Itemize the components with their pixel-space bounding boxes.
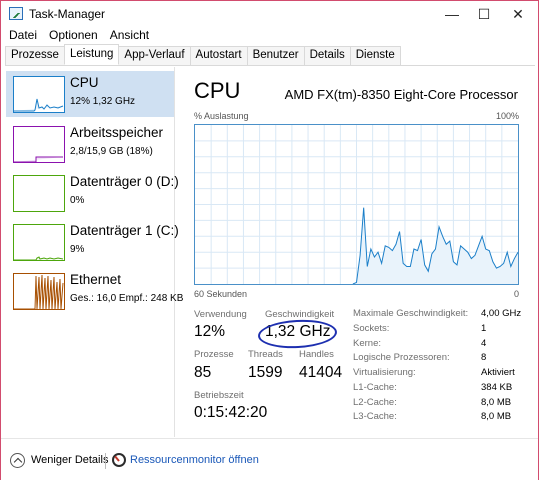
cpu-detail-panel: CPU AMD FX(tm)-8350 Eight-Core Processor…: [176, 67, 538, 437]
graph-x-end: 0: [513, 289, 519, 299]
speed-label: Geschwindigkeit: [265, 309, 335, 320]
resource-monitor-icon[interactable]: [112, 453, 126, 467]
graph-x-label: 60 Sekunden: [194, 289, 248, 299]
spec-label: L3-Cache:: [353, 411, 397, 422]
usage-label: Verwendung: [194, 309, 247, 320]
uptime-value: 0:15:42:20: [194, 404, 268, 421]
spec-value: 1: [481, 323, 487, 334]
resource-monitor-link[interactable]: Ressourcenmonitor öffnen: [130, 454, 259, 466]
usage-value: 12%: [194, 323, 226, 340]
spec-value: 8: [481, 352, 487, 363]
chevron-up-icon[interactable]: [10, 453, 25, 468]
uptime-label: Betriebszeit: [194, 390, 244, 401]
spec-value: 4: [481, 338, 487, 349]
tab-leistung[interactable]: Leistung: [63, 44, 120, 65]
tab-dienste[interactable]: Dienste: [349, 46, 401, 65]
minimize-button[interactable]: —: [435, 1, 469, 27]
sidebar-item-sub: 12% 1,32 GHz: [70, 96, 136, 107]
spec-value: 8,0 MB: [481, 397, 512, 408]
ethernet-thumbnail-graph: [13, 273, 65, 310]
processor-model: AMD FX(tm)-8350 Eight-Core Processor: [284, 87, 518, 102]
window-title: Task-Manager: [29, 7, 106, 21]
spec-label: L2-Cache:: [353, 397, 397, 408]
tab-details[interactable]: Details: [303, 46, 351, 65]
memory-thumbnail-graph: [13, 126, 65, 163]
handles-value: 41404: [299, 364, 343, 381]
menu-bar: Datei Optionen Ansicht: [1, 27, 538, 45]
sidebar-item-label: Datenträger 0 (D:): [70, 174, 179, 189]
spec-label: Sockets:: [353, 323, 390, 334]
page-title: CPU: [194, 78, 241, 103]
sidebar-item-disk-1[interactable]: Datenträger 1 (C:) 9%: [6, 219, 179, 265]
threads-label: Threads: [248, 349, 283, 360]
cpu-graph-svg: [195, 125, 519, 285]
spec-value: 8,0 MB: [481, 411, 512, 422]
handles-label: Handles: [299, 349, 334, 360]
sidebar-item-label: Datenträger 1 (C:): [70, 223, 179, 238]
spec-label: Maximale Geschwindigkeit:: [353, 308, 469, 319]
close-button[interactable]: ✕: [501, 1, 535, 27]
sidebar-item-arbeitsspeicher[interactable]: Arbeitsspeicher 2,8/15,9 GB (18%): [6, 121, 174, 167]
tab-prozesse[interactable]: Prozesse: [5, 46, 65, 65]
cpu-utilization-graph: [194, 124, 519, 285]
menu-optionen[interactable]: Optionen: [41, 27, 98, 45]
sidebar-item-label: CPU: [70, 75, 99, 90]
cpu-thumbnail-graph: [13, 76, 65, 113]
title-bar[interactable]: Task-Manager — ☐ ✕: [1, 1, 538, 27]
disk1-thumbnail-graph: [13, 224, 65, 261]
cpu-usage-area: [352, 207, 518, 284]
sidebar-item-disk-0[interactable]: Datenträger 0 (D:) 0%: [6, 170, 179, 216]
tab-benutzer[interactable]: Benutzer: [246, 46, 305, 65]
task-manager-icon: [9, 7, 23, 20]
threads-value: 1599: [248, 364, 283, 381]
tab-app-verlauf[interactable]: App-Verlauf: [118, 46, 191, 65]
processes-label: Prozesse: [194, 349, 234, 360]
fewer-details-link[interactable]: Weniger Details: [31, 454, 108, 466]
spec-label: Kerne:: [353, 338, 381, 349]
spec-label: Virtualisierung:: [353, 367, 416, 378]
disk0-thumbnail-graph: [13, 175, 65, 212]
tab-autostart[interactable]: Autostart: [189, 46, 248, 65]
tab-strip: Prozesse Leistung App-Verlauf Autostart …: [5, 44, 535, 66]
sidebar-item-sub: 2,8/15,9 GB (18%): [70, 146, 153, 157]
footer-bar: Weniger Details Ressourcenmonitor öffnen: [1, 438, 538, 480]
spec-value: 4,00 GHz: [481, 308, 522, 319]
maximize-button[interactable]: ☐: [467, 1, 501, 27]
spec-value: 384 KB: [481, 382, 513, 393]
sidebar-item-sub: 0%: [70, 195, 85, 206]
sidebar-item-sub: 9%: [70, 244, 85, 255]
spec-value: Aktiviert: [481, 367, 515, 378]
sidebar-item-sub: Ges.: 16,0 Empf.: 248 KB: [70, 293, 184, 304]
sidebar-item-ethernet[interactable]: Ethernet Ges.: 16,0 Empf.: 248 KB: [6, 268, 183, 314]
graph-y-max: 100%: [495, 111, 519, 121]
sidebar-item-label: Ethernet: [70, 272, 122, 287]
sidebar-item-cpu[interactable]: CPU 12% 1,32 GHz: [6, 71, 174, 117]
task-manager-window: Task-Manager — ☐ ✕ Datei Optionen Ansich…: [0, 0, 539, 480]
graph-y-label: % Auslastung: [194, 111, 249, 121]
sidebar-item-label: Arbeitsspeicher: [70, 125, 164, 140]
resource-list: CPU 12% 1,32 GHz Arbeitsspeicher 2,8/15,…: [1, 67, 183, 437]
menu-datei[interactable]: Datei: [1, 27, 37, 45]
processes-value: 85: [194, 364, 212, 381]
menu-ansicht[interactable]: Ansicht: [102, 27, 149, 45]
spec-label: Logische Prozessoren:: [353, 352, 450, 363]
footer-divider: [105, 453, 106, 469]
spec-label: L1-Cache:: [353, 382, 397, 393]
